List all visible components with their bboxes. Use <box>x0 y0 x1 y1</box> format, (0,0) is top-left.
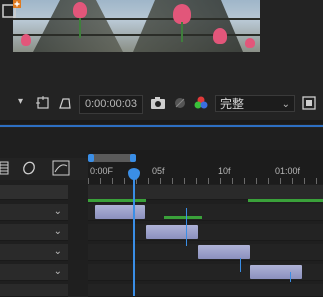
chevron-down-icon: ⌄ <box>281 99 290 110</box>
tulip-flower <box>21 34 31 46</box>
layer-track-1 <box>88 204 323 221</box>
layer-track-4 <box>88 264 323 281</box>
chevron-down-icon[interactable]: ⌄ <box>54 266 62 277</box>
graph-editor-icon[interactable] <box>52 160 70 181</box>
chevron-down-icon[interactable]: ⌄ <box>54 246 62 257</box>
tulip-stem <box>181 22 183 42</box>
composition-viewer <box>0 0 323 89</box>
snap-line <box>186 208 187 246</box>
color-channel-icon[interactable] <box>193 96 209 113</box>
show-snapshot-icon[interactable] <box>173 96 187 113</box>
layer-track-3 <box>88 244 323 261</box>
draft-3d-icon[interactable] <box>22 161 36 180</box>
dropdown-arrow-icon[interactable]: ▾ <box>18 96 23 107</box>
work-area-end-handle[interactable] <box>130 154 136 162</box>
viewer-toolbar: ▾ 0:00:00:03 完整 ⌄ <box>0 93 323 117</box>
ruler-label: 05f <box>152 166 165 176</box>
toggle-transparency-icon[interactable] <box>58 96 72 113</box>
region-of-interest-icon[interactable] <box>36 96 50 113</box>
camera-icon[interactable] <box>150 96 166 113</box>
resolution-dropdown[interactable]: 完整 ⌄ <box>215 95 295 112</box>
tulip-flower <box>245 38 255 48</box>
ruler-label: 10f <box>218 166 231 176</box>
layer-clip[interactable] <box>250 265 302 279</box>
layer-track-5 <box>88 284 323 297</box>
current-time-display[interactable]: 0:00:00:03 <box>79 95 143 114</box>
layer-row-3[interactable]: ⌄ <box>0 244 68 261</box>
panel-divider <box>0 120 323 124</box>
layer-track-2 <box>88 224 323 241</box>
fast-preview-icon[interactable] <box>302 96 316 113</box>
composition-icon[interactable] <box>0 161 10 180</box>
tulip-flower <box>213 28 227 44</box>
preview-image <box>13 0 260 52</box>
tulip-flower <box>73 2 87 18</box>
layer-row-1[interactable]: ⌄ <box>0 204 68 221</box>
layer-row-4[interactable]: ⌄ <box>0 264 68 281</box>
ruler-label: 0:00F <box>90 166 114 176</box>
layer-track-header <box>88 185 323 200</box>
layer-header-row <box>0 185 68 200</box>
work-area-start-handle[interactable] <box>88 154 94 162</box>
layer-clip[interactable] <box>146 225 198 239</box>
active-panel-indicator <box>0 125 323 127</box>
ruler-label: 01:00f <box>275 166 301 176</box>
current-time-indicator[interactable] <box>133 170 135 296</box>
ruler-ticks <box>88 178 323 184</box>
layer-range-indicator <box>88 199 146 202</box>
work-area-bar[interactable] <box>90 154 134 162</box>
layer-row-2[interactable]: ⌄ <box>0 224 68 241</box>
chevron-down-icon[interactable]: ⌄ <box>54 226 62 237</box>
layer-row-5[interactable] <box>0 284 68 297</box>
timeline-tools <box>0 158 88 180</box>
layer-clip[interactable] <box>198 245 250 259</box>
resolution-value: 完整 <box>220 97 245 111</box>
tulip-stem <box>79 18 81 38</box>
add-to-composition-icon[interactable] <box>2 0 22 18</box>
drag-range-indicator <box>164 216 202 219</box>
chevron-down-icon[interactable]: ⌄ <box>54 206 62 217</box>
railing-line <box>13 18 260 20</box>
layer-clip[interactable] <box>95 205 145 219</box>
snap-line <box>290 272 291 282</box>
layer-range-indicator <box>248 199 323 202</box>
tulip-flower <box>173 4 191 24</box>
snap-line <box>240 258 241 272</box>
